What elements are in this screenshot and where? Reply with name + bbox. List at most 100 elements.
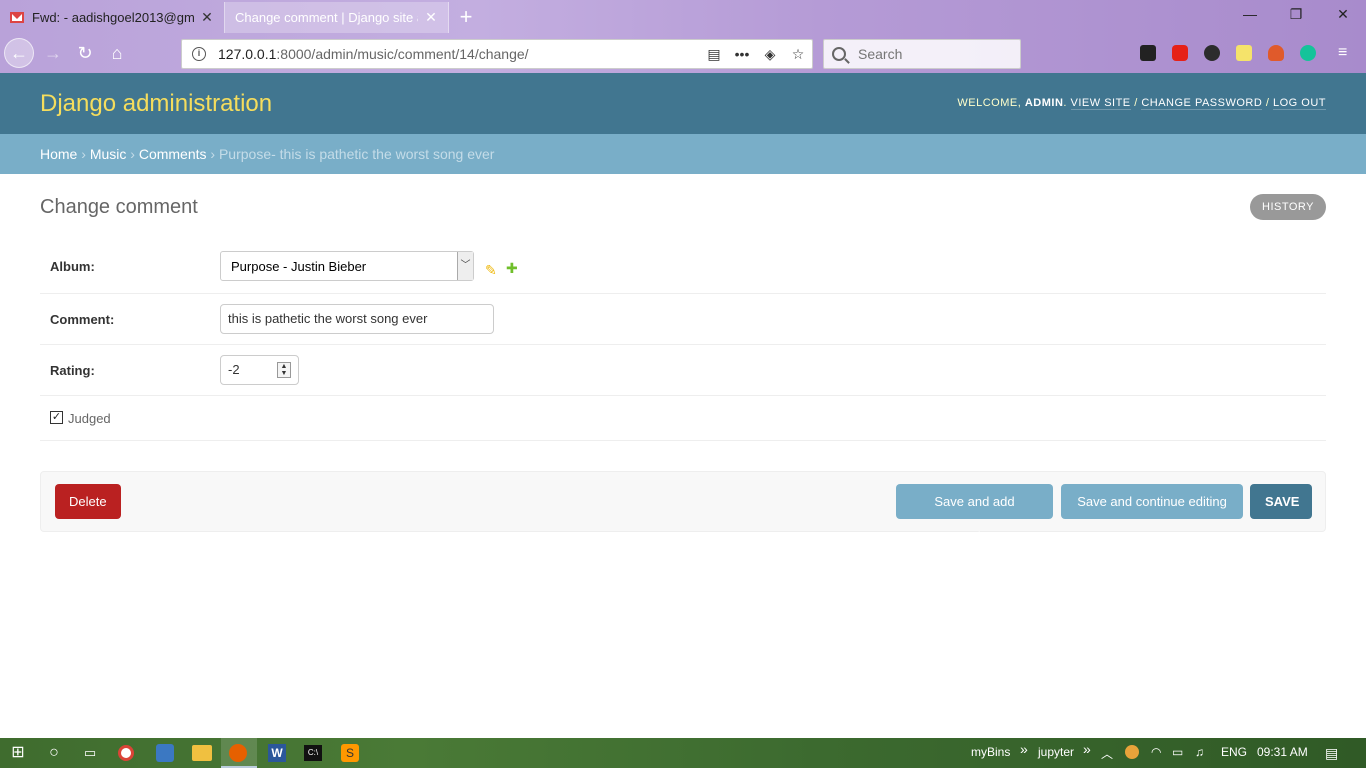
delete-button[interactable]: Delete [55, 484, 121, 519]
windows-taskbar: ⊞ ○ ▭ W C:\ S myBins » jupyter » ︿ ◠ ▭ ♫… [0, 738, 1366, 768]
judged-label[interactable]: Judged [68, 411, 111, 426]
volume-icon[interactable]: ♫ [1195, 745, 1204, 759]
pocket-icon[interactable]: ◈ [756, 46, 784, 63]
url-text[interactable]: 127.0.0.1:8000/admin/music/comment/14/ch… [218, 46, 700, 62]
breadcrumb-comments[interactable]: Comments [139, 146, 207, 162]
rating-label: Rating: [50, 363, 95, 378]
firefox-icon[interactable] [229, 744, 247, 762]
user-tools: Welcome, admin. View site / Change passw… [957, 97, 1326, 110]
home-icon: ⌂ [111, 42, 123, 63]
close-tab-icon[interactable]: ✕ [200, 9, 214, 26]
rating-value: -2 [228, 362, 240, 377]
tab-title: Change comment | Django site adm [235, 10, 418, 25]
close-tab-icon[interactable]: ✕ [424, 9, 438, 26]
chevron-down-icon[interactable]: ﹀ [457, 252, 473, 280]
arrow-left-icon: ← [10, 42, 28, 63]
url-host: 127.0.0.1 [218, 46, 277, 62]
tab-title: Fwd: - aadishgoel2013@gmail.c [32, 10, 194, 25]
minimize-button[interactable]: — [1240, 6, 1260, 22]
album-select[interactable]: Purpose - Justin Bieber ﹀ [220, 251, 474, 281]
home-button[interactable]: ⌂ [102, 38, 132, 68]
spinner-arrows-icon[interactable]: ▲ ▼ [277, 362, 291, 378]
search-input[interactable] [858, 46, 1008, 62]
album-selected-value: Purpose - Justin Bieber [231, 259, 367, 274]
wifi-icon[interactable]: ◠ [1151, 745, 1161, 759]
notifications-icon[interactable]: ▤ [1325, 745, 1338, 762]
language-indicator[interactable]: ENG [1221, 745, 1247, 759]
breadcrumb-separator: › [126, 146, 139, 162]
navigation-bar: ← → ↻ ⌂ i 127.0.0.1:8000/admin/music/com… [0, 36, 1366, 72]
breadcrumb-current: Purpose- this is pathetic the worst song… [218, 146, 495, 162]
tab-gmail[interactable]: Fwd: - aadishgoel2013@gmail.c ✕ [0, 2, 224, 33]
edit-pencil-icon[interactable]: ✎ [485, 262, 497, 279]
tab-django-admin[interactable]: Change comment | Django site adm ✕ [224, 2, 449, 33]
welcome-text: Welcome, [957, 97, 1022, 109]
form-row-judged [40, 396, 1326, 441]
comment-field[interactable]: this is pathetic the worst song ever [220, 304, 494, 334]
chevron-icon[interactable]: » [1020, 741, 1028, 757]
submit-row: Delete Save and add another Save and con… [40, 471, 1326, 544]
search-icon [832, 47, 846, 61]
rating-field[interactable]: -2 ▲ ▼ [220, 355, 299, 385]
breadcrumb-separator: › [77, 146, 90, 162]
jupyter-toolbar[interactable]: jupyter [1038, 745, 1074, 759]
evernote-icon[interactable] [1204, 45, 1220, 61]
tray-expand-icon[interactable]: ︿ [1101, 745, 1113, 762]
python-app-icon[interactable] [156, 744, 174, 762]
comment-label: Comment: [50, 312, 115, 327]
cortana-search-icon[interactable]: ○ [44, 743, 64, 763]
page-title: Change comment [40, 196, 198, 218]
chevron-icon[interactable]: » [1083, 741, 1091, 757]
reader-view-icon[interactable]: ▤ [700, 46, 728, 63]
windows-start-icon[interactable]: ⊞ [8, 743, 28, 763]
sublime-text-icon[interactable]: S [341, 744, 359, 762]
extension-icon[interactable] [1140, 45, 1156, 61]
save-button[interactable]: Save [1250, 484, 1312, 519]
tab-strip: Fwd: - aadishgoel2013@gmail.c ✕ Change c… [0, 0, 1366, 34]
chrome-icon[interactable] [118, 745, 134, 761]
log-out-link[interactable]: Log out [1272, 97, 1326, 110]
site-branding[interactable]: Django administration [40, 90, 272, 118]
admin-header: Django administration Welcome, admin. Vi… [0, 73, 1366, 134]
task-view-icon[interactable]: ▭ [80, 743, 100, 763]
battery-icon[interactable]: ▭ [1172, 745, 1183, 759]
mybins-toolbar[interactable]: myBins [971, 745, 1010, 759]
url-bar[interactable]: i 127.0.0.1:8000/admin/music/comment/14/… [181, 39, 813, 69]
restore-button[interactable]: ❐ [1286, 6, 1306, 23]
breadcrumb: Home › Music › Comments › Purpose- this … [0, 134, 1366, 174]
brave-shield-icon[interactable] [1268, 45, 1284, 61]
notes-extension-icon[interactable] [1236, 45, 1252, 61]
breadcrumb-home[interactable]: Home [40, 146, 77, 162]
back-button[interactable]: ← [4, 38, 34, 68]
save-and-continue-button[interactable]: Save and continue editing [1061, 484, 1243, 519]
save-and-add-another-button[interactable]: Save and add another [896, 484, 1053, 544]
search-bar[interactable] [823, 39, 1021, 69]
album-label: Album: [50, 259, 95, 274]
url-path: :8000/admin/music/comment/14/change/ [276, 46, 529, 62]
new-tab-button[interactable]: + [456, 4, 476, 30]
forward-button[interactable]: → [38, 38, 68, 68]
judged-checkbox[interactable]: ✓ [50, 411, 63, 424]
view-site-link[interactable]: View site [1070, 97, 1131, 110]
add-plus-icon[interactable]: ✚ [506, 260, 518, 277]
browser-chrome: Fwd: - aadishgoel2013@gmail.c ✕ Change c… [0, 0, 1366, 73]
tray-app-icon[interactable] [1125, 745, 1139, 759]
file-explorer-icon[interactable] [192, 745, 212, 761]
breadcrumb-music[interactable]: Music [90, 146, 127, 162]
breadcrumb-separator: › [206, 146, 219, 162]
reload-icon: ↻ [77, 42, 93, 63]
page-actions-button[interactable]: ••• [728, 46, 756, 62]
grammarly-icon[interactable] [1300, 45, 1316, 61]
command-prompt-icon[interactable]: C:\ [304, 745, 322, 761]
history-button[interactable]: History [1250, 194, 1326, 220]
menu-icon[interactable]: ≡ [1338, 45, 1354, 61]
youtube-extension-icon[interactable] [1172, 45, 1188, 61]
info-icon[interactable]: i [192, 47, 206, 61]
gmail-icon [10, 12, 24, 23]
change-password-link[interactable]: Change password [1141, 97, 1263, 110]
word-icon[interactable]: W [268, 744, 286, 762]
close-window-button[interactable]: ✕ [1333, 6, 1353, 23]
clock[interactable]: 09:31 AM [1257, 745, 1308, 759]
reload-button[interactable]: ↻ [70, 38, 100, 68]
bookmark-star-icon[interactable]: ☆ [784, 46, 812, 63]
